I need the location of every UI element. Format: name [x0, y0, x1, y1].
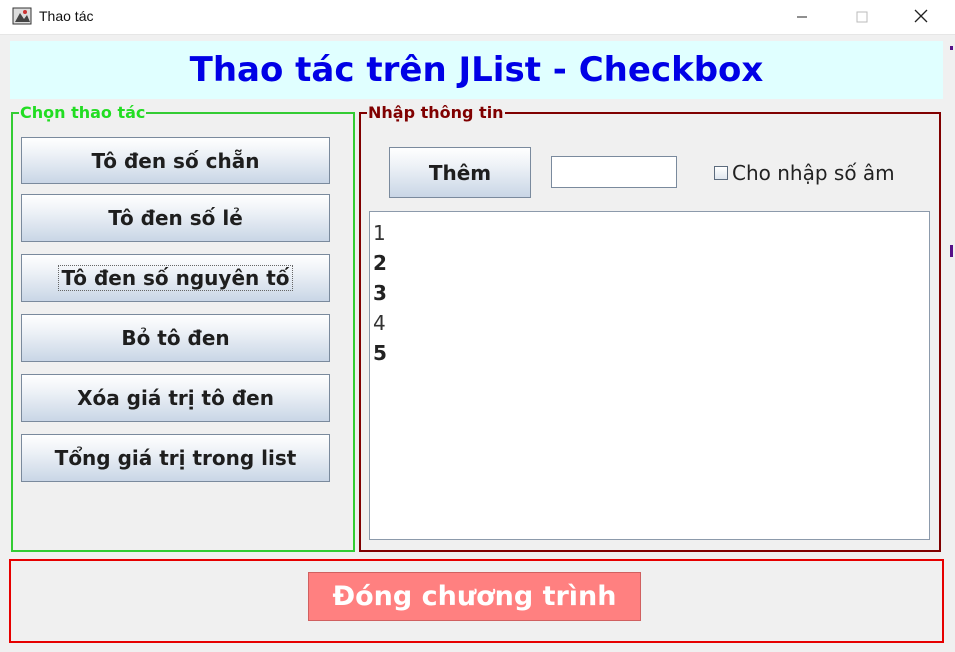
close-program-button[interactable]: Đóng chương trình: [308, 572, 641, 621]
number-input[interactable]: [551, 156, 677, 188]
app-icon: [12, 7, 32, 25]
header-banner: Thao tác trên JList - Checkbox: [10, 41, 943, 99]
button-label: Tô đen số nguyên tố: [58, 265, 293, 291]
close-icon: [914, 8, 928, 27]
highlight-prime-button[interactable]: Tô đen số nguyên tố: [21, 254, 330, 302]
page-title: Thao tác trên JList - Checkbox: [189, 50, 764, 90]
sum-list-button[interactable]: Tổng giá trị trong list: [21, 434, 330, 482]
checkbox-label: Cho nhập số âm: [732, 161, 895, 185]
list-item[interactable]: 2: [373, 248, 929, 278]
window-title: Thao tác: [39, 8, 94, 24]
maximize-icon: [856, 8, 868, 27]
highlight-even-button[interactable]: Tô đen số chẵn: [21, 137, 330, 184]
button-label: Tô đen số chẵn: [91, 148, 260, 173]
button-label: Tổng giá trị trong list: [54, 446, 297, 470]
operations-legend: Chọn thao tác: [19, 103, 147, 122]
button-label: Tô đen số lẻ: [108, 206, 243, 230]
checkbox-icon[interactable]: [714, 166, 728, 180]
list-item[interactable]: 4: [373, 308, 929, 338]
button-label: Xóa giá trị tô đen: [77, 386, 274, 410]
minimize-icon: [796, 8, 808, 27]
add-button-label: Thêm: [428, 160, 492, 185]
remove-highlight-button[interactable]: Bỏ tô đen: [21, 314, 330, 362]
title-bar: Thao tác: [0, 0, 955, 35]
input-legend: Nhập thông tin: [367, 103, 505, 122]
close-program-label: Đóng chương trình: [332, 581, 617, 612]
allow-negative-checkbox[interactable]: Cho nhập số âm: [714, 160, 895, 186]
delete-highlighted-button[interactable]: Xóa giá trị tô đen: [21, 374, 330, 422]
highlight-odd-button[interactable]: Tô đen số lẻ: [21, 194, 330, 242]
close-window-button[interactable]: [898, 0, 944, 34]
edge-mark: [950, 46, 953, 50]
edge-mark: [950, 245, 953, 257]
button-label: Bỏ tô đen: [121, 326, 230, 350]
list-item[interactable]: 5: [373, 338, 929, 368]
number-list[interactable]: 1 2 3 4 5: [369, 211, 930, 540]
maximize-button[interactable]: [839, 0, 885, 34]
list-item[interactable]: 3: [373, 278, 929, 308]
minimize-button[interactable]: [779, 0, 825, 34]
add-button[interactable]: Thêm: [389, 147, 531, 198]
list-item[interactable]: 1: [373, 218, 929, 248]
